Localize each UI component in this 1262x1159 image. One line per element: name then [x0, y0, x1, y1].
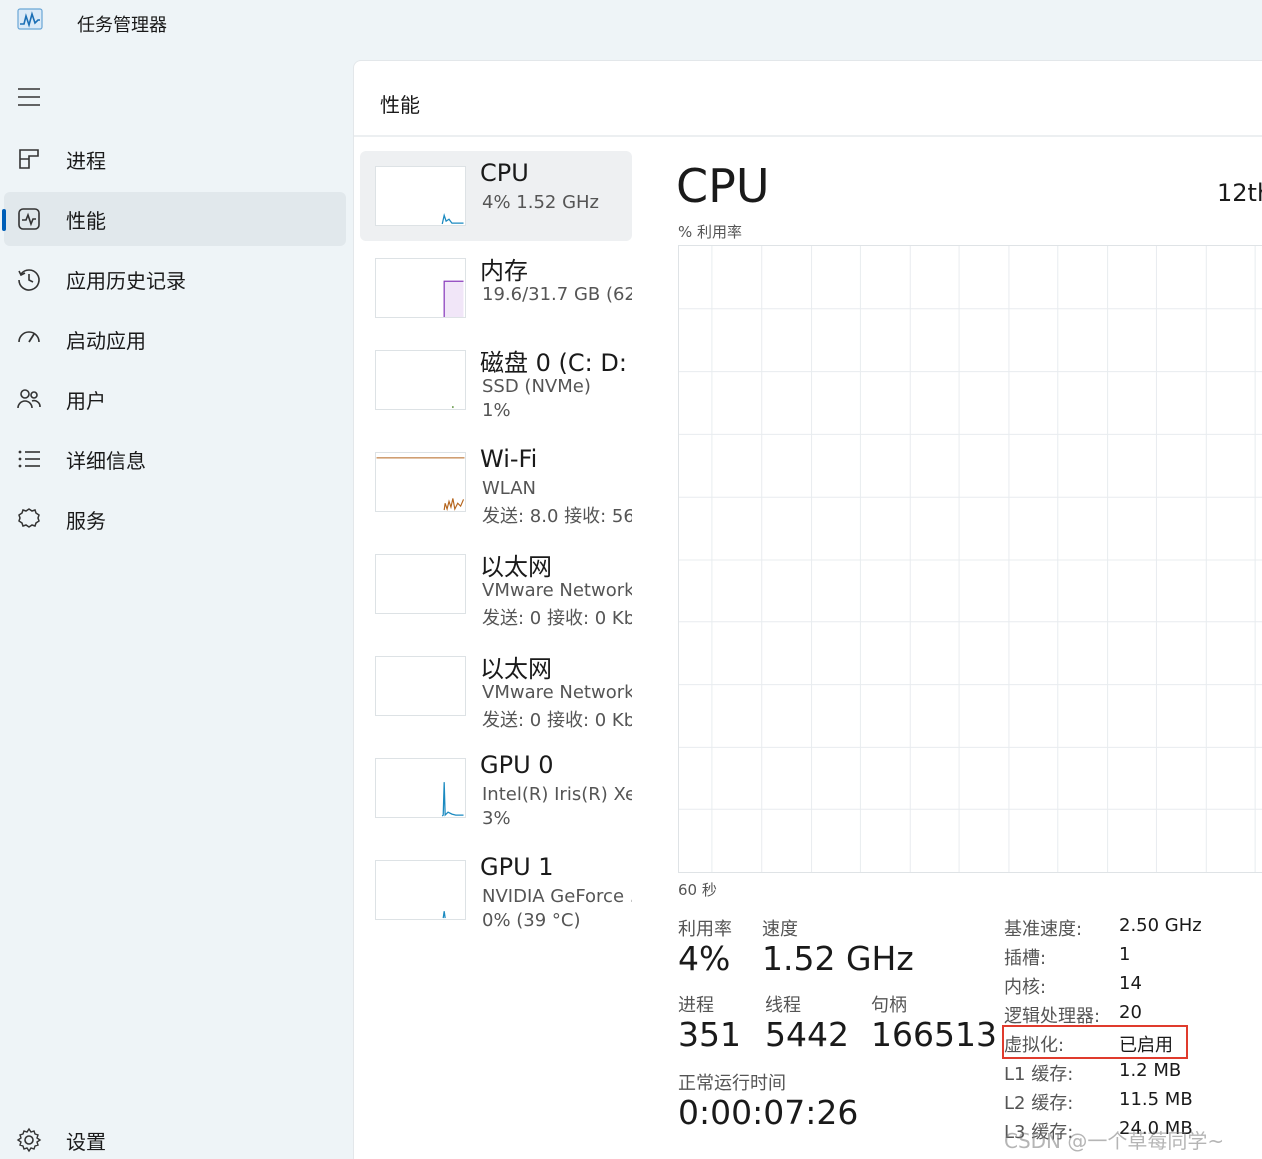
- gpu0-thumbnail-graph: [375, 758, 466, 818]
- resource-name: GPU 0: [480, 751, 554, 779]
- virtualization-highlight: [1002, 1025, 1188, 1059]
- speed-value: 1.52 GHz: [762, 939, 914, 978]
- page-title: 性能: [380, 93, 420, 117]
- gpu1-thumbnail-graph: [375, 860, 466, 920]
- cpu-model-name: 12th: [1217, 179, 1262, 207]
- resource-card-disk[interactable]: 磁盘 0 (C: D: E:) SSD (NVMe) 1%: [360, 335, 632, 425]
- wifi-thumbnail-graph: [375, 452, 466, 512]
- sidebar-item-services[interactable]: 服务: [4, 492, 346, 546]
- disk-thumbnail-graph: [375, 350, 466, 410]
- time-axis-label: 60 秒: [678, 881, 717, 899]
- resource-detail: 3%: [482, 808, 511, 829]
- resource-name: Wi-Fi: [480, 445, 538, 473]
- resource-detail: NVIDIA GeForce ...: [482, 886, 632, 907]
- resource-card-gpu-1[interactable]: GPU 1 NVIDIA GeForce ... 0% (39 °C): [360, 845, 632, 935]
- resource-card-wifi[interactable]: Wi-Fi WLAN 发送: 8.0 接收: 56.0: [360, 437, 632, 527]
- threads-label: 线程: [765, 995, 801, 1016]
- spec-value: 1: [1119, 944, 1131, 965]
- memory-thumbnail-graph: [375, 258, 466, 318]
- sidebar-item-performance[interactable]: 性能: [2, 192, 346, 246]
- resource-card-ethernet-1[interactable]: 以太网 VMware Network 发送: 0 接收: 0 Kbps: [360, 539, 632, 629]
- cpu-thumbnail-graph: [375, 166, 466, 226]
- sidebar-item-label: 进程: [66, 149, 106, 173]
- sidebar-item-startup-apps[interactable]: 启动应用: [4, 312, 346, 366]
- sidebar-item-details[interactable]: 详细信息: [4, 432, 346, 486]
- users-icon: [17, 389, 41, 409]
- resource-card-memory[interactable]: 内存 19.6/31.7 GB (62%): [360, 243, 632, 333]
- spec-key: 插槽:: [1004, 948, 1047, 969]
- detail-title: CPU: [676, 159, 770, 213]
- spec-value: 11.5 MB: [1119, 1089, 1193, 1110]
- spec-key: L2 缓存:: [1004, 1093, 1074, 1114]
- resource-card-gpu-0[interactable]: GPU 0 Intel(R) Iris(R) Xe... 3%: [360, 743, 632, 833]
- resource-card-cpu[interactable]: CPU 4% 1.52 GHz: [360, 151, 632, 241]
- sidebar-item-label: 应用历史记录: [66, 269, 186, 293]
- resource-name: 以太网: [480, 655, 552, 683]
- handles-value: 166513: [871, 1015, 997, 1054]
- resource-name: GPU 1: [480, 853, 554, 881]
- gear-icon: [16, 1127, 42, 1153]
- uptime-label: 正常运行时间: [678, 1073, 786, 1094]
- spec-value: 14: [1119, 973, 1142, 994]
- sidebar-item-label: 用户: [66, 389, 106, 413]
- history-icon: [18, 269, 40, 291]
- details-icon: [18, 450, 40, 468]
- resource-name: CPU: [480, 159, 529, 187]
- processes-value: 351: [678, 1015, 741, 1054]
- resource-card-ethernet-2[interactable]: 以太网 VMware Network 发送: 0 接收: 0 Kbps: [360, 641, 632, 731]
- ethernet-thumbnail-graph: [375, 656, 466, 716]
- resource-name: 内存: [480, 257, 528, 285]
- resource-detail: 19.6/31.7 GB (62%): [482, 284, 632, 305]
- resource-detail: 4% 1.52 GHz: [482, 192, 600, 213]
- ethernet-thumbnail-graph: [375, 554, 466, 614]
- resource-detail: Intel(R) Iris(R) Xe...: [482, 784, 632, 805]
- resource-detail: 发送: 0 接收: 0 Kbps: [482, 608, 632, 629]
- speed-label: 速度: [762, 919, 798, 940]
- spec-key: L1 缓存:: [1004, 1064, 1074, 1085]
- sidebar-item-label: 性能: [66, 209, 106, 233]
- utilization-axis-label: % 利用率: [678, 223, 743, 241]
- spec-key: 内核:: [1004, 977, 1047, 998]
- spec-value: 1.2 MB: [1119, 1060, 1182, 1081]
- hamburger-menu-icon[interactable]: [16, 86, 44, 108]
- spec-value: 2.50 GHz: [1119, 915, 1202, 936]
- handles-label: 句柄: [871, 995, 907, 1016]
- resource-detail: 0% (39 °C): [482, 910, 581, 931]
- resource-detail: 发送: 0 接收: 0 Kbps: [482, 710, 632, 731]
- main-panel: 性能 CPU 4% 1.52 GHz 内存 19.6/31.7 GB (62%)…: [353, 60, 1262, 1159]
- threads-value: 5442: [765, 1015, 849, 1054]
- sidebar-item-app-history[interactable]: 应用历史记录: [4, 252, 346, 306]
- cpu-utilization-graph: [678, 245, 1262, 873]
- resource-detail: VMware Network: [482, 580, 632, 601]
- sidebar-item-label: 设置: [66, 1130, 106, 1154]
- spec-value: 20: [1119, 1002, 1142, 1023]
- resource-name: 磁盘 0 (C: D: E:): [480, 349, 632, 377]
- resource-detail: WLAN: [482, 478, 537, 499]
- watermark: CSDN @一个草莓同学~: [1004, 1129, 1225, 1153]
- uptime-value: 0:00:07:26: [678, 1093, 859, 1132]
- utilization-value: 4%: [678, 939, 731, 978]
- sidebar-item-label: 启动应用: [66, 329, 146, 353]
- resource-detail: 1%: [482, 400, 511, 421]
- services-icon: [18, 508, 40, 528]
- app-title: 任务管理器: [77, 15, 167, 36]
- resource-detail: SSD (NVMe): [482, 376, 591, 397]
- sidebar-item-users[interactable]: 用户: [4, 372, 346, 426]
- processes-icon: [19, 149, 39, 169]
- title-bar: 任务管理器: [0, 0, 1262, 48]
- sidebar-item-label: 详细信息: [66, 449, 146, 473]
- startup-icon: [18, 331, 40, 343]
- processes-label: 进程: [678, 995, 714, 1016]
- sidebar-item-label: 服务: [66, 509, 106, 533]
- sidebar-item-processes[interactable]: 进程: [4, 132, 346, 186]
- utilization-label: 利用率: [678, 919, 732, 940]
- performance-icon: [18, 208, 40, 230]
- page-header: 性能: [354, 61, 1262, 137]
- resource-detail: VMware Network: [482, 682, 632, 703]
- spec-key: 基准速度:: [1004, 919, 1083, 940]
- resource-name: 以太网: [480, 553, 552, 581]
- sidebar-item-settings[interactable]: 设置: [4, 1113, 346, 1159]
- resource-detail: 发送: 8.0 接收: 56.0: [482, 506, 632, 527]
- task-manager-icon: [17, 8, 43, 30]
